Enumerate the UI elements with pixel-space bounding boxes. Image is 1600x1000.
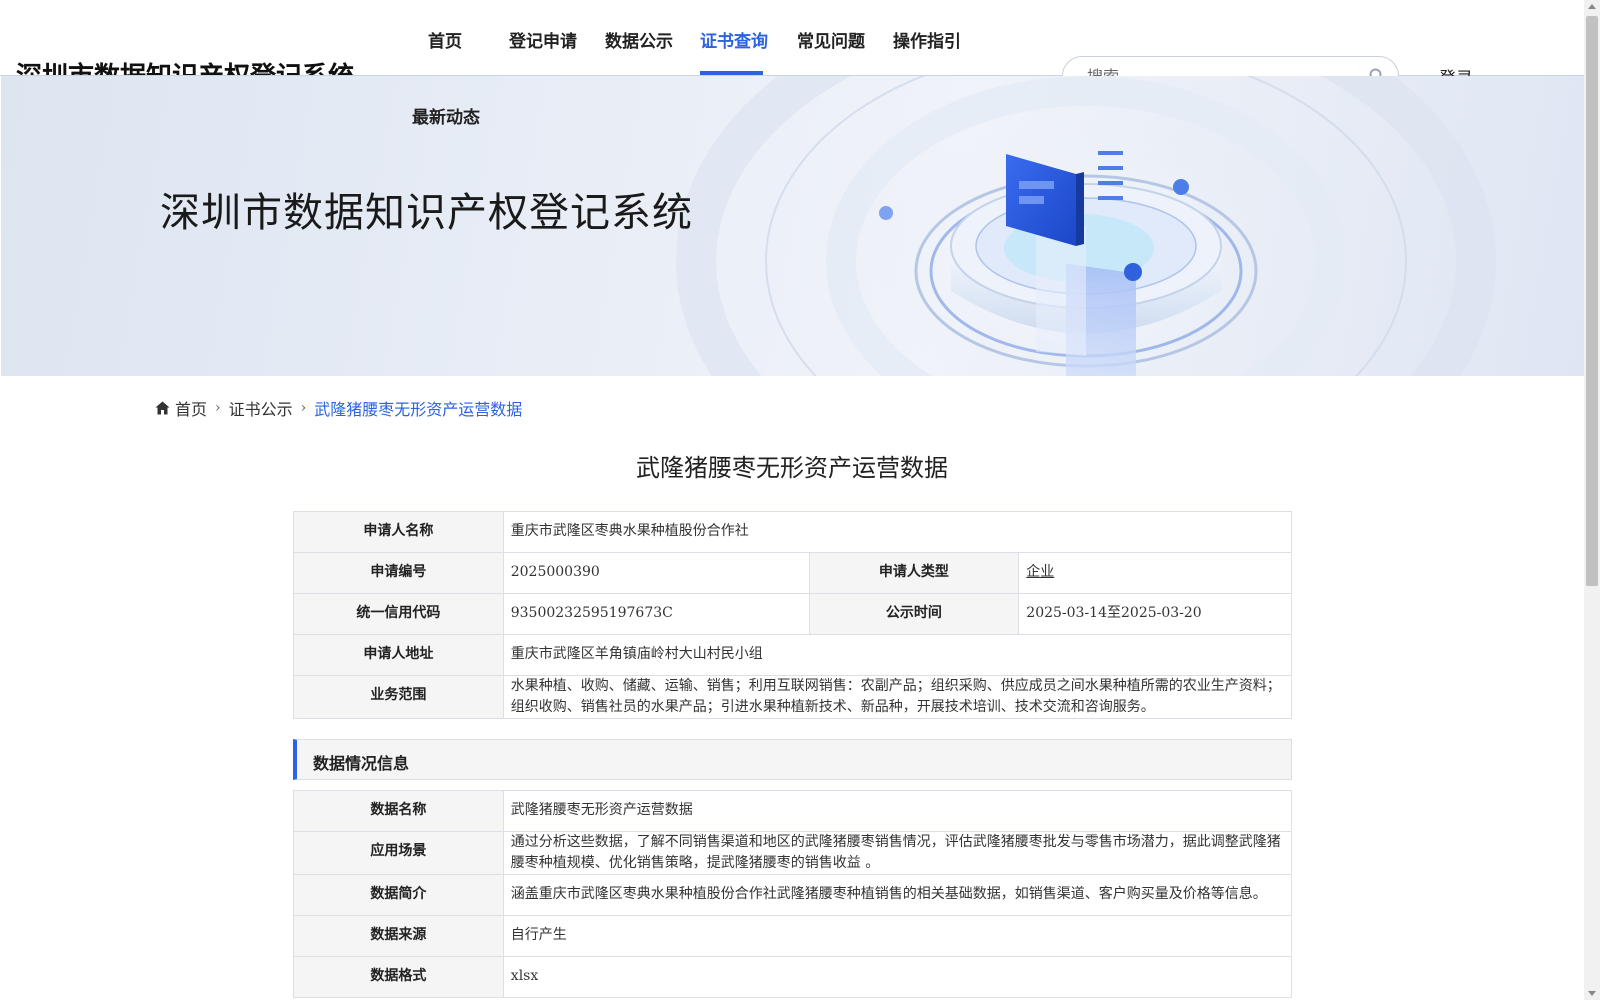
breadcrumb: 首页 › 证书公示 › 武隆猪腰枣无形资产运营数据 (155, 396, 522, 420)
table-row: 申请人名称 重庆市武隆区枣典水果种植股份合作社 (293, 511, 1293, 553)
credit-code-value: 93500232595197673C (502, 593, 810, 635)
applicant-name-value: 重庆市武隆区枣典水果种植股份合作社 (502, 511, 1293, 553)
nav-data-publicity[interactable]: 数据公示 (605, 27, 673, 52)
breadcrumb-home[interactable]: 首页 (175, 396, 207, 420)
data-name-label: 数据名称 (293, 790, 504, 832)
application-code-value: 2025000390 (502, 552, 810, 594)
applicant-type-value: 企业 (1018, 552, 1292, 594)
table-row: 数据简介 涵盖重庆市武隆区枣典水果种植股份合作社武隆猪腰枣种植销售的相关基础数据… (293, 874, 1293, 916)
scrollbar-thumb[interactable] (1586, 16, 1598, 586)
chevron-right-icon: › (300, 400, 307, 416)
page-scrollbar[interactable] (1584, 0, 1600, 1000)
data-info-section-header: 数据情况信息 (293, 739, 1292, 780)
data-source-label: 数据来源 (293, 915, 504, 957)
home-icon (155, 401, 170, 415)
nav-register-apply[interactable]: 登记申请 (509, 27, 577, 52)
credit-code-label: 统一信用代码 (293, 593, 504, 635)
table-row: 数据名称 武隆猪腰枣无形资产运营数据 (293, 790, 1293, 832)
publicity-time-value: 2025-03-14至2025-03-20 (1018, 593, 1292, 635)
applicant-info-table: 申请人名称 重庆市武隆区枣典水果种植股份合作社 申请编号 2025000390 … (293, 511, 1293, 719)
application-scenario-label: 应用场景 (293, 831, 504, 875)
table-row: 数据格式 xlsx (293, 956, 1293, 998)
nav-active-indicator (700, 71, 763, 75)
business-scope-label: 业务范围 (293, 675, 504, 719)
breadcrumb-current: 武隆猪腰枣无形资产运营数据 (314, 400, 523, 419)
data-format-label: 数据格式 (293, 956, 504, 998)
applicant-type-label: 申请人类型 (808, 552, 1020, 594)
nav-home[interactable]: 首页 (428, 27, 462, 52)
data-info-table: 数据名称 武隆猪腰枣无形资产运营数据 应用场景 通过分析这些数据，了解不同销售渠… (293, 790, 1293, 998)
business-scope-value: 水果种植、收购、储藏、运输、销售；利用互联网销售：农副产品；组织采购、供应成员之… (502, 675, 1293, 719)
banner-title: 深圳市数据知识产权登记系统 (160, 190, 693, 236)
publicity-time-label: 公示时间 (808, 593, 1020, 635)
hero-banner: 深圳市数据知识产权登记系统 (1, 76, 1584, 376)
nav-latest-news[interactable]: 最新动态 (412, 103, 480, 128)
table-row: 统一信用代码 93500232595197673C 公示时间 2025-03-1… (293, 593, 1292, 635)
applicant-name-label: 申请人名称 (293, 511, 504, 553)
table-row: 申请编号 2025000390 申请人类型 企业 (293, 552, 1292, 594)
nav-faq[interactable]: 常见问题 (797, 27, 865, 52)
table-row: 申请人地址 重庆市武隆区羊角镇庙岭村大山村民小组 (293, 634, 1293, 676)
applicant-address-value: 重庆市武隆区羊角镇庙岭村大山村民小组 (502, 634, 1293, 676)
data-name-value: 武隆猪腰枣无形资产运营数据 (502, 790, 1293, 832)
nav-guide[interactable]: 操作指引 (893, 27, 961, 52)
application-code-label: 申请编号 (293, 552, 504, 594)
scroll-down-arrow-icon[interactable] (1588, 991, 1596, 996)
breadcrumb-certificate-publicity[interactable]: 证书公示 (229, 396, 293, 420)
data-source-value: 自行产生 (502, 915, 1293, 957)
scroll-up-arrow-icon[interactable] (1588, 4, 1596, 9)
table-row: 数据来源 自行产生 (293, 915, 1293, 957)
table-row: 应用场景 通过分析这些数据，了解不同销售渠道和地区的武隆猪腰枣销售情况，评估武隆… (293, 831, 1293, 875)
data-summary-label: 数据简介 (293, 874, 504, 916)
nav-certificate-query[interactable]: 证书查询 (700, 27, 768, 52)
application-scenario-value: 通过分析这些数据，了解不同销售渠道和地区的武隆猪腰枣销售情况，评估武隆猪腰枣批发… (502, 831, 1293, 875)
table-row: 业务范围 水果种植、收购、储藏、运输、销售；利用互联网销售：农副产品；组织采购、… (293, 675, 1293, 719)
data-summary-value: 涵盖重庆市武隆区枣典水果种植股份合作社武隆猪腰枣种植销售的相关基础数据，如销售渠… (502, 874, 1293, 916)
applicant-address-label: 申请人地址 (293, 634, 504, 676)
chevron-right-icon: › (215, 400, 221, 416)
data-format-value: xlsx (502, 956, 1293, 998)
page-title: 武隆猪腰枣无形资产运营数据 (636, 454, 948, 482)
